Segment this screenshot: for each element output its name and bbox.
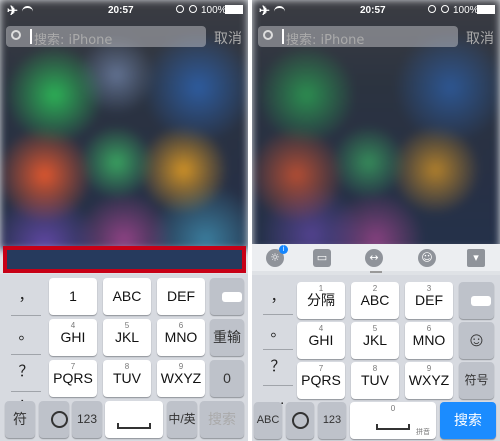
space-key[interactable]	[105, 401, 163, 438]
separator-key[interactable]: 1 分隔	[297, 282, 345, 319]
side-divider	[263, 349, 293, 350]
key-def[interactable]: DEF	[157, 278, 205, 315]
search-icon	[11, 30, 21, 40]
battery-icon	[225, 5, 243, 14]
reset-key[interactable]: 重输	[210, 319, 244, 356]
search-input[interactable]: 搜索: iPhone	[6, 26, 206, 48]
keyboard-icon[interactable]: ▭	[313, 249, 331, 267]
key-wxyz[interactable]: 9 WXYZ	[157, 360, 205, 397]
emoji-icon[interactable]: ☺	[418, 249, 436, 267]
cursor-move-icon[interactable]: ↔	[365, 249, 383, 267]
question-key[interactable]: ？	[10, 357, 42, 387]
space-icon	[117, 423, 151, 429]
chinese-keyboard-left: ， 。 ？ ！ 1 ABC DEF 4GHI 5JKL 6MNO 重输 7PQR…	[0, 274, 248, 441]
backspace-icon	[222, 292, 242, 302]
key-wxyz[interactable]: 9 WXYZ	[405, 362, 453, 399]
key-abc[interactable]: ABC	[103, 278, 151, 315]
key-tuv[interactable]: 8 TUV	[351, 362, 399, 399]
key-1[interactable]: 1	[49, 278, 97, 315]
key-ghi[interactable]: 4 GHI	[297, 322, 345, 359]
language-switch-key[interactable]: 中/英	[167, 401, 197, 438]
comma-key[interactable]: ，	[10, 281, 42, 311]
side-divider	[11, 354, 41, 355]
right-phone-screen: ✈ 20:57 100% 搜索: iPhone 取消 ☼ i ▭ ↔ ☺ ▾ ，…	[252, 0, 500, 441]
rotation-lock-icon	[176, 5, 184, 13]
search-placeholder: 搜索: iPhone	[34, 33, 113, 48]
emoji-key[interactable]: ☺	[459, 322, 494, 359]
key-mno[interactable]: 6 MNO	[157, 319, 205, 356]
battery-icon	[477, 5, 495, 14]
backspace-key[interactable]	[210, 278, 244, 315]
cancel-button[interactable]: 取消	[214, 28, 242, 48]
alarm-icon	[189, 5, 197, 13]
left-phone-screen: ✈ 20:57 100% 搜索: iPhone 取消 ， 。 ？ ！ 1 ABC…	[0, 0, 248, 441]
globe-key[interactable]	[39, 401, 69, 438]
backspace-key[interactable]	[459, 282, 494, 319]
status-bar: ✈ 20:57 100%	[0, 0, 248, 22]
status-time: 20:57	[360, 5, 386, 16]
key-ghi[interactable]: 4 GHI	[49, 319, 97, 356]
zero-key[interactable]: 0	[210, 360, 244, 397]
period-key[interactable]: 。	[10, 320, 42, 350]
status-time: 20:57	[108, 5, 134, 16]
numbers-key[interactable]: 123	[318, 402, 346, 439]
search-input[interactable]: 搜索: iPhone	[258, 26, 458, 48]
key-tuv[interactable]: 8 TUV	[103, 360, 151, 397]
search-key-disabled[interactable]: 搜索	[200, 401, 244, 438]
search-key[interactable]: 搜索	[440, 402, 496, 439]
key-pqrs[interactable]: 7 PQRS	[297, 362, 345, 399]
search-icon	[263, 30, 273, 40]
search-placeholder: 搜索: iPhone	[286, 33, 365, 48]
rotation-lock-icon	[428, 5, 436, 13]
chinese-keyboard-right: ， 。 ？ ... 1 分隔 2 ABC 3 DEF 4 GHI 5 JKL 6 MNO ☺…	[252, 275, 500, 441]
cancel-button[interactable]: 取消	[466, 28, 494, 48]
wifi-icon	[274, 6, 285, 14]
key-jkl[interactable]: 5 JKL	[351, 322, 399, 359]
side-divider	[263, 314, 293, 315]
airplane-icon: ✈	[259, 3, 270, 18]
space-icon	[376, 424, 410, 430]
globe-key[interactable]	[286, 402, 314, 439]
globe-icon	[51, 411, 68, 428]
highlighted-suggestion-bar	[3, 246, 246, 273]
symbols-key[interactable]: 符号	[459, 362, 494, 399]
battery-percent: 100%	[453, 5, 479, 16]
keyboard-toolbar: ☼ i ▭ ↔ ☺ ▾	[252, 244, 500, 271]
comma-key[interactable]: ，	[262, 282, 294, 312]
airplane-icon: ✈	[7, 3, 18, 18]
battery-percent: 100%	[201, 5, 227, 16]
notification-badge-icon: i	[279, 245, 288, 254]
key-mno[interactable]: 6 MNO	[405, 322, 453, 359]
key-pqrs[interactable]: 7 PQRS	[49, 360, 97, 397]
key-def[interactable]: 3 DEF	[405, 282, 453, 319]
drag-handle[interactable]	[370, 271, 382, 273]
abc-key[interactable]: ABC	[254, 402, 282, 439]
text-cursor	[30, 29, 32, 44]
wifi-icon	[22, 6, 33, 14]
key-abc[interactable]: 2 ABC	[351, 282, 399, 319]
side-divider	[11, 315, 41, 316]
backspace-icon	[471, 296, 491, 306]
symbol-key[interactable]: 符	[5, 401, 35, 438]
numbers-key[interactable]: 123	[72, 401, 102, 438]
collapse-keyboard-icon[interactable]: ▾	[467, 249, 485, 267]
period-key[interactable]: 。	[262, 317, 294, 347]
status-bar: ✈ 20:57 100%	[252, 0, 500, 22]
space-key[interactable]: 0 拼音	[350, 402, 436, 439]
alarm-icon	[441, 5, 449, 13]
text-cursor	[282, 29, 284, 44]
key-jkl[interactable]: 5 JKL	[103, 319, 151, 356]
question-key[interactable]: ？	[262, 352, 294, 382]
globe-icon	[292, 412, 309, 429]
